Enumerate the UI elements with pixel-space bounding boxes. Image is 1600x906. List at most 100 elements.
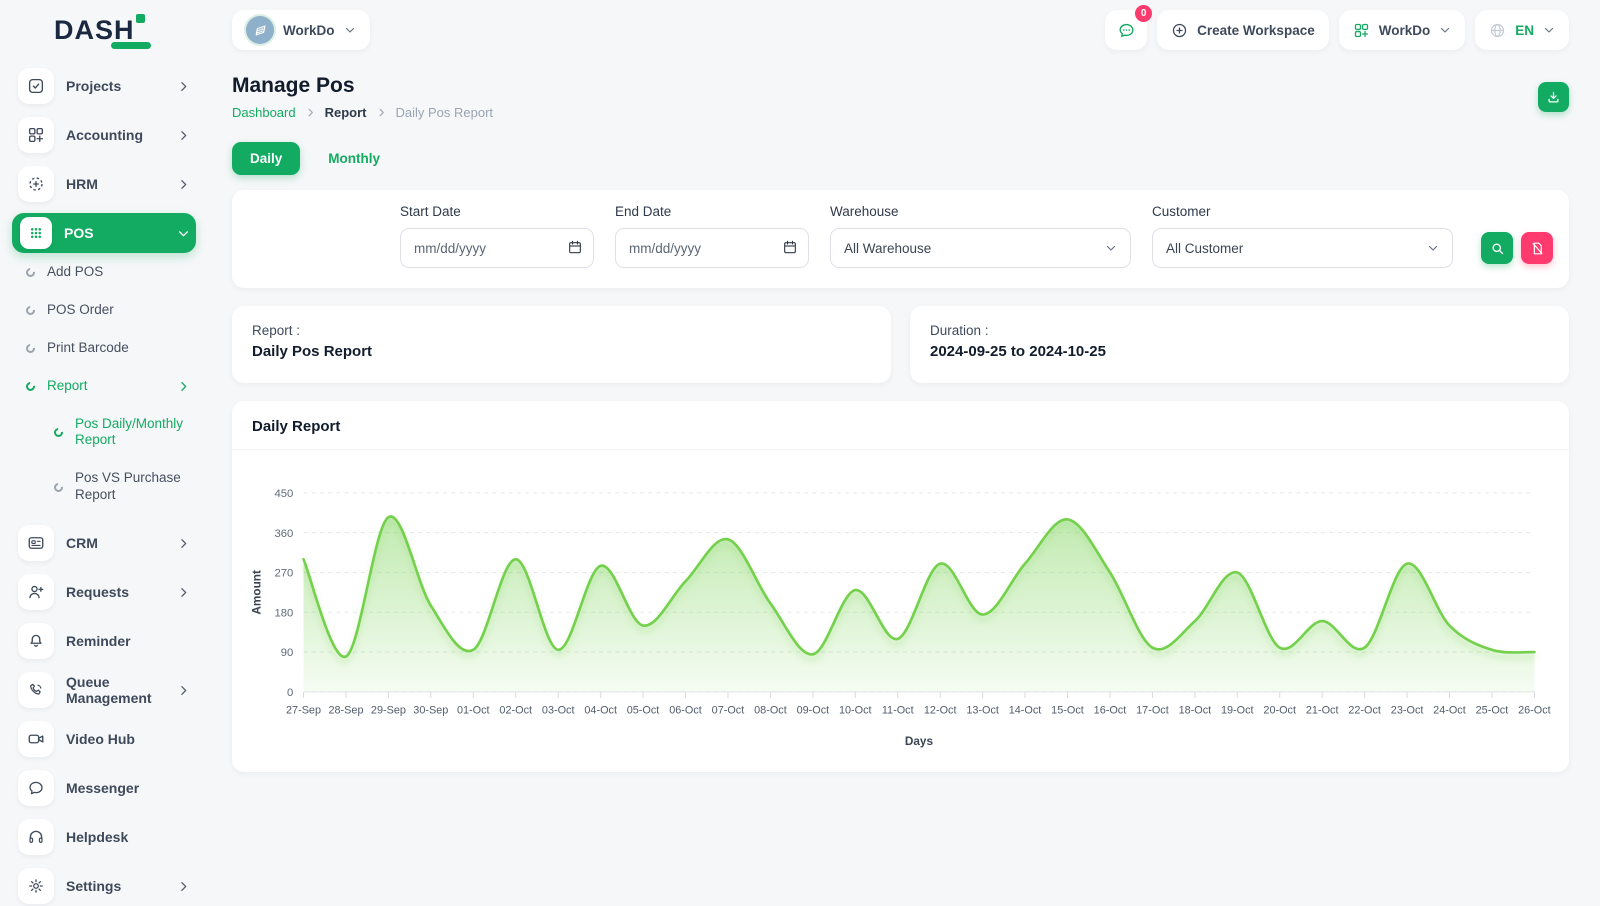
svg-text:25-Oct: 25-Oct (1476, 704, 1509, 716)
svg-text:04-Oct: 04-Oct (584, 704, 617, 716)
sidebar-item-queue-management[interactable]: Queue Management (12, 670, 196, 710)
breadcrumb: Dashboard Report Daily Pos Report (232, 105, 493, 120)
svg-text:02-Oct: 02-Oct (499, 704, 532, 716)
workspace-selector[interactable]: WorkDo (232, 10, 370, 50)
user-plus-icon (18, 574, 54, 610)
tab-monthly[interactable]: Monthly (310, 142, 398, 175)
svg-text:270: 270 (274, 568, 293, 580)
warehouse-select[interactable]: All Warehouse (830, 228, 1131, 268)
sidebar-item-settings[interactable]: Settings (12, 866, 196, 906)
reset-filter-button[interactable] (1521, 232, 1553, 264)
filter-card: Start Date End Date Warehouse All Wareho… (232, 190, 1569, 288)
sidebar-item-projects[interactable]: Projects (12, 66, 196, 106)
breadcrumb-report-link[interactable]: Report (325, 105, 367, 120)
sidebar-item-label: Accounting (66, 127, 165, 143)
sidebar-subitem-add-pos[interactable]: Add POS (12, 262, 196, 283)
chevron-right-icon (177, 537, 190, 550)
download-button[interactable] (1538, 82, 1569, 112)
search-button[interactable] (1481, 232, 1513, 264)
sidebar-subitem-pos-daily-monthly-report[interactable]: Pos Daily/Monthly Report (12, 414, 196, 452)
sidebar: DASH Projects Accounting HRM POS (0, 0, 208, 900)
sidebar-subitem-pos-order[interactable]: POS Order (12, 300, 196, 321)
sidebar-item-label: Settings (66, 878, 165, 894)
sidebar-item-helpdesk[interactable]: Helpdesk (12, 817, 196, 857)
filter-actions (1481, 232, 1553, 264)
customer-field: Customer All Customer (1152, 204, 1453, 268)
chevron-right-icon (177, 880, 190, 893)
subitem-label: Print Barcode (47, 340, 190, 357)
sidebar-item-accounting[interactable]: Accounting (12, 115, 196, 155)
svg-text:21-Oct: 21-Oct (1306, 704, 1339, 716)
customer-select[interactable]: All Customer (1152, 228, 1453, 268)
svg-text:10-Oct: 10-Oct (839, 704, 872, 716)
id-card-icon (18, 525, 54, 561)
report-period-tabs: Daily Monthly (232, 142, 1569, 175)
start-date-input[interactable] (400, 228, 594, 268)
message-count-badge: 0 (1135, 5, 1152, 22)
sidebar-item-label: Requests (66, 584, 165, 600)
svg-text:03-Oct: 03-Oct (542, 704, 575, 716)
warehouse-label: Warehouse (830, 204, 1131, 219)
svg-text:15-Oct: 15-Oct (1051, 704, 1084, 716)
chevron-right-icon (177, 178, 190, 191)
svg-text:14-Oct: 14-Oct (1009, 704, 1042, 716)
duration-value: 2024-09-25 to 2024-10-25 (930, 343, 1549, 360)
create-workspace-button[interactable]: Create Workspace (1157, 10, 1329, 50)
globe-icon (1489, 22, 1506, 39)
bullet-icon (54, 428, 63, 437)
svg-text:11-Oct: 11-Oct (882, 704, 914, 716)
svg-text:360: 360 (274, 528, 293, 540)
logo-dash (111, 42, 151, 49)
app-menu-label: WorkDo (1379, 23, 1431, 38)
svg-text:18-Oct: 18-Oct (1179, 704, 1212, 716)
phone-call-icon (18, 672, 54, 708)
headset-icon (18, 819, 54, 855)
sidebar-item-messenger[interactable]: Messenger (12, 768, 196, 808)
sidebar-item-requests[interactable]: Requests (12, 572, 196, 612)
sidebar-item-hrm[interactable]: HRM (12, 164, 196, 204)
chevron-right-icon (305, 107, 316, 118)
topbar: WorkDo 0 Create Workspace WorkDo (232, 0, 1569, 60)
chevron-down-icon (1543, 24, 1555, 36)
sidebar-subitem-print-barcode[interactable]: Print Barcode (12, 338, 196, 359)
sidebar-item-pos[interactable]: POS (12, 213, 196, 253)
report-value: Daily Pos Report (252, 343, 871, 360)
svg-text:26-Oct: 26-Oct (1518, 704, 1551, 716)
sidebar-item-video-hub[interactable]: Video Hub (12, 719, 196, 759)
sidebar-subitem-pos-vs-purchase-report[interactable]: Pos VS Purchase Report (12, 468, 196, 506)
sidebar-item-label: Messenger (66, 780, 190, 796)
subitem-label: Add POS (47, 264, 190, 281)
daily-report-chart-card: Daily Report 090180270360450 27-Sep28-Se… (232, 401, 1569, 772)
end-date-input[interactable] (615, 228, 809, 268)
sidebar-subitem-report[interactable]: Report (12, 376, 196, 397)
svg-text:07-Oct: 07-Oct (712, 704, 745, 716)
svg-text:20-Oct: 20-Oct (1263, 704, 1296, 716)
sidebar-item-label: HRM (66, 176, 165, 192)
breadcrumb-dashboard-link[interactable]: Dashboard (232, 105, 296, 120)
sidebar-item-reminder[interactable]: Reminder (12, 621, 196, 661)
chevron-down-icon (1439, 24, 1451, 36)
subitem-label: POS Order (47, 302, 190, 319)
chevron-right-icon (177, 80, 190, 93)
bullet-icon (26, 344, 35, 353)
chevron-down-icon (344, 24, 356, 36)
logo-text: DASH (54, 15, 135, 46)
grid-plus-icon (18, 117, 54, 153)
messages-button[interactable]: 0 (1105, 10, 1147, 50)
language-selector[interactable]: EN (1475, 10, 1569, 50)
app-menu-button[interactable]: WorkDo (1339, 10, 1466, 50)
customer-selected-value: All Customer (1166, 241, 1243, 256)
sidebar-item-label: Queue Management (66, 674, 165, 706)
sidebar-item-crm[interactable]: CRM (12, 523, 196, 563)
chart-card-header: Daily Report (232, 401, 1569, 450)
start-date-label: Start Date (400, 204, 594, 219)
dots-grid-icon (20, 217, 52, 249)
tab-daily[interactable]: Daily (232, 142, 300, 175)
svg-text:450: 450 (274, 488, 293, 500)
svg-text:90: 90 (281, 647, 294, 659)
chat-bubble-icon (18, 770, 54, 806)
video-camera-icon (18, 721, 54, 757)
logo[interactable]: DASH (12, 0, 196, 60)
warehouse-field: Warehouse All Warehouse (830, 204, 1131, 268)
svg-text:28-Sep: 28-Sep (328, 704, 363, 716)
